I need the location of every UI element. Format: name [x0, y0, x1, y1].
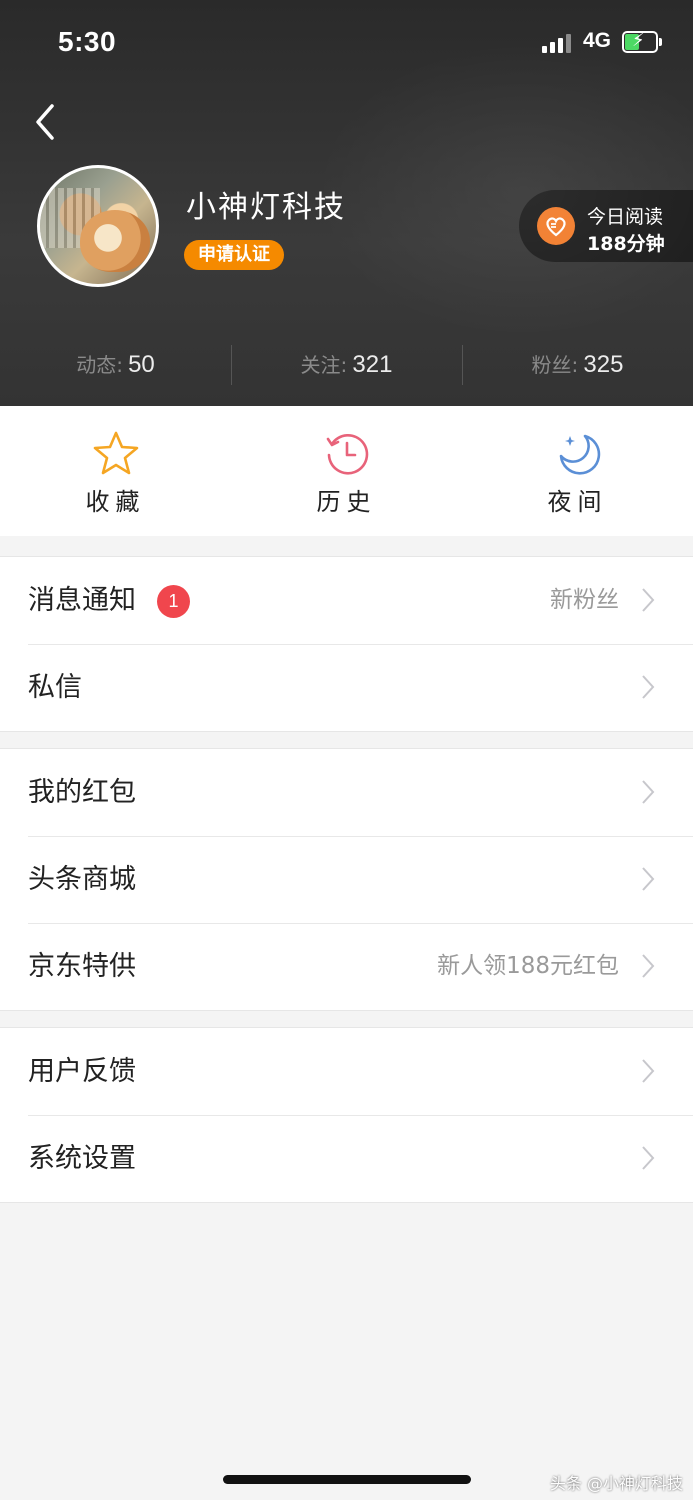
favorites-label: 收藏 — [85, 488, 146, 516]
username[interactable]: 小神灯科技 — [186, 182, 346, 226]
home-indicator[interactable] — [223, 1475, 471, 1484]
stat-value: 50 — [128, 351, 155, 378]
divider — [462, 345, 463, 385]
signal-icon — [542, 33, 574, 53]
menu-item-subtitle: 新粉丝 — [550, 587, 619, 613]
stat-following[interactable]: 关注: 321 — [231, 340, 462, 390]
back-button[interactable] — [28, 100, 64, 144]
menu-item-label: 京东特供 — [28, 951, 136, 982]
notification-badge: 1 — [157, 585, 190, 618]
chevron-right-icon — [642, 780, 655, 804]
menu-item-notifications[interactable]: 消息通知 1 新粉丝 — [0, 557, 693, 644]
status-bar: 5:30 4G ⚡ — [0, 0, 693, 88]
menu-item-label: 用户反馈 — [28, 1056, 136, 1087]
favorites-button[interactable]: 收藏 — [0, 406, 231, 536]
menu-item-jd-special[interactable]: 京东特供 新人领188元红包 — [0, 923, 693, 1010]
status-time: 5:30 — [58, 26, 117, 57]
verify-button[interactable]: 申请认证 — [184, 240, 284, 270]
stat-label: 关注: — [300, 353, 348, 377]
avatar[interactable] — [37, 165, 159, 287]
menu-item-subtitle: 新人领188元红包 — [437, 953, 619, 979]
menu-item-red-packets[interactable]: 我的红包 — [0, 749, 693, 836]
stat-value: 321 — [352, 351, 393, 378]
divider — [231, 345, 232, 385]
history-label: 历史 — [316, 488, 377, 516]
menu-item-label: 头条商城 — [28, 864, 136, 895]
menu-item-label: 消息通知 — [28, 585, 136, 616]
star-icon — [93, 431, 139, 475]
menu-item-feedback[interactable]: 用户反馈 — [0, 1028, 693, 1115]
menu-item-private-messages[interactable]: 私信 — [0, 644, 693, 731]
reading-time-pill[interactable]: 今日阅读 188分钟 — [519, 190, 693, 262]
night-mode-button[interactable]: 夜间 — [462, 406, 693, 536]
stats-bar: 动态: 50 关注: 321 粉丝: 325 — [0, 340, 693, 390]
menu-group-settings: 用户反馈 系统设置 — [0, 1027, 693, 1203]
reading-label: 今日阅读 — [587, 206, 664, 228]
profile-header: 5:30 4G ⚡ 小神灯科技 申请认证 今日阅读 188分钟 动态: 50 关… — [0, 0, 693, 406]
chevron-left-icon — [36, 104, 54, 140]
chevron-right-icon — [642, 867, 655, 891]
moon-icon — [559, 434, 601, 475]
reading-heart-icon — [537, 207, 575, 245]
reading-minutes: 188分钟 — [587, 233, 665, 255]
chevron-right-icon — [642, 675, 655, 699]
watermark: 头条 @小神灯科技 — [549, 1474, 683, 1493]
stat-value: 325 — [583, 351, 624, 378]
chevron-right-icon — [642, 588, 655, 612]
quick-actions: 收藏 历史 夜间 — [0, 406, 693, 536]
menu-item-settings[interactable]: 系统设置 — [0, 1115, 693, 1202]
night-mode-label: 夜间 — [547, 488, 608, 516]
chevron-right-icon — [642, 1059, 655, 1083]
history-clock-icon — [326, 433, 369, 475]
menu-item-label: 私信 — [28, 672, 82, 703]
stat-posts[interactable]: 动态: 50 — [0, 340, 231, 390]
chevron-right-icon — [642, 954, 655, 978]
menu-group-messages: 消息通知 1 新粉丝 私信 — [0, 556, 693, 732]
menu-item-label: 系统设置 — [28, 1143, 136, 1174]
network-label: 4G — [583, 29, 612, 52]
chevron-right-icon — [642, 1146, 655, 1170]
menu-item-mall[interactable]: 头条商城 — [0, 836, 693, 923]
battery-icon: ⚡ — [622, 30, 662, 53]
stat-label: 粉丝: — [531, 353, 579, 377]
stat-label: 动态: — [76, 353, 123, 377]
stat-followers[interactable]: 粉丝: 325 — [462, 340, 693, 390]
menu-item-label: 我的红包 — [28, 777, 136, 808]
history-button[interactable]: 历史 — [231, 406, 462, 536]
menu-group-shopping: 我的红包 头条商城 京东特供 新人领188元红包 — [0, 748, 693, 1011]
